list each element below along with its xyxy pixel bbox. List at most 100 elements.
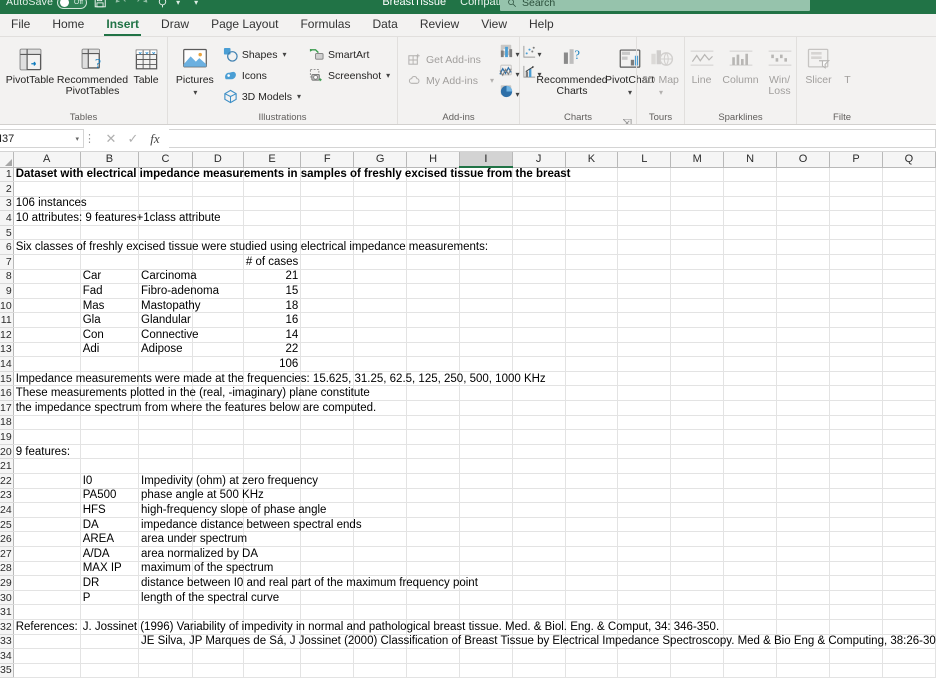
cell-I27[interactable] <box>459 546 513 562</box>
cell-B22[interactable]: I0 <box>80 473 140 489</box>
my-addins-dropdown-icon[interactable]: ▾ <box>490 76 494 85</box>
cell-B32[interactable]: J. Jossinet (1996) Variability of impedi… <box>80 619 719 635</box>
tab-draw[interactable]: Draw <box>150 14 200 36</box>
cell-A22[interactable] <box>13 473 81 489</box>
cell-A12[interactable] <box>13 327 81 343</box>
cell-K8[interactable] <box>565 269 619 285</box>
cell-J9[interactable] <box>512 283 566 299</box>
cell-I5[interactable] <box>459 225 513 241</box>
cell-C25[interactable]: impedance distance between spectral ends <box>138 517 362 533</box>
cell-H4[interactable] <box>406 210 460 226</box>
cell-P34[interactable] <box>829 648 883 664</box>
row-header-8[interactable]: 8 <box>0 269 14 285</box>
cell-C7[interactable] <box>138 254 193 270</box>
shapes-dropdown-icon[interactable]: ▾ <box>282 50 286 59</box>
cell-K22[interactable] <box>565 473 619 489</box>
charts-dialog-launcher-icon[interactable] <box>621 115 632 124</box>
cell-E4[interactable] <box>243 210 302 226</box>
cell-D21[interactable] <box>192 458 244 474</box>
cell-J17[interactable] <box>512 400 566 416</box>
cell-M12[interactable] <box>670 327 725 343</box>
cell-E34[interactable] <box>243 648 302 664</box>
cell-E18[interactable] <box>243 415 302 431</box>
cell-L31[interactable] <box>617 604 672 620</box>
cell-C31[interactable] <box>138 604 193 620</box>
redo-icon[interactable] <box>133 0 150 11</box>
cell-F18[interactable] <box>300 415 355 431</box>
tab-view[interactable]: View <box>470 14 518 36</box>
cell-P23[interactable] <box>829 488 883 504</box>
cell-N34[interactable] <box>723 648 778 664</box>
row-header-30[interactable]: 30 <box>0 590 14 606</box>
cell-O31[interactable] <box>776 604 831 620</box>
scatter-chart-dropdown-icon[interactable]: ▾ <box>538 50 542 59</box>
cell-C3[interactable] <box>138 196 193 212</box>
cell-P7[interactable] <box>829 254 883 270</box>
cell-O22[interactable] <box>776 473 831 489</box>
cell-E8[interactable]: 21 <box>243 269 302 285</box>
cell-N25[interactable] <box>723 517 778 533</box>
cell-B9[interactable]: Fad <box>80 283 140 299</box>
cell-C23[interactable]: phase angle at 500 KHz <box>138 488 264 504</box>
cell-K3[interactable] <box>565 196 619 212</box>
cell-J5[interactable] <box>512 225 566 241</box>
cell-G2[interactable] <box>353 181 408 197</box>
cell-M8[interactable] <box>670 269 725 285</box>
cell-G22[interactable] <box>353 473 408 489</box>
cell-I35[interactable] <box>459 663 513 679</box>
cell-N29[interactable] <box>723 575 778 591</box>
cell-M22[interactable] <box>670 473 725 489</box>
cell-K13[interactable] <box>565 342 619 358</box>
cell-L16[interactable] <box>617 385 672 401</box>
tab-insert[interactable]: Insert <box>95 14 150 36</box>
cell-H9[interactable] <box>406 283 460 299</box>
cell-I14[interactable] <box>459 356 513 372</box>
cell-Q21[interactable] <box>882 458 936 474</box>
cell-Q17[interactable] <box>882 400 936 416</box>
cell-H12[interactable] <box>406 327 460 343</box>
cell-L2[interactable] <box>617 181 672 197</box>
cell-G11[interactable] <box>353 312 408 329</box>
cell-K11[interactable] <box>565 312 619 329</box>
cell-E19[interactable] <box>243 429 302 445</box>
cell-M13[interactable] <box>670 342 725 358</box>
cell-L14[interactable] <box>617 356 672 372</box>
column-chart-button[interactable]: ▾ <box>499 44 520 64</box>
cell-F11[interactable] <box>300 312 355 329</box>
column-header-o[interactable]: O <box>776 152 831 168</box>
cell-L22[interactable] <box>617 473 672 489</box>
cell-O20[interactable] <box>776 444 831 460</box>
cell-L15[interactable] <box>617 371 672 387</box>
cell-I22[interactable] <box>459 473 513 489</box>
cell-Q30[interactable] <box>882 590 936 606</box>
cell-O24[interactable] <box>776 502 831 518</box>
cell-K10[interactable] <box>565 298 619 314</box>
cell-J12[interactable] <box>512 327 566 343</box>
cell-N1[interactable] <box>723 167 778 183</box>
cell-A3[interactable]: 106 instances <box>13 196 87 212</box>
cell-P13[interactable] <box>829 342 883 358</box>
cell-H7[interactable] <box>406 254 460 270</box>
cell-G24[interactable] <box>353 502 408 518</box>
cell-H3[interactable] <box>406 196 460 212</box>
row-header-28[interactable]: 28 <box>0 561 14 577</box>
cell-Q26[interactable] <box>882 531 936 547</box>
cell-O9[interactable] <box>776 283 831 299</box>
cell-I11[interactable] <box>459 312 513 329</box>
name-box[interactable]: I37 ▾ <box>0 129 84 148</box>
cell-C2[interactable] <box>138 181 193 197</box>
cell-I31[interactable] <box>459 604 513 620</box>
cell-F3[interactable] <box>300 196 355 212</box>
cell-F14[interactable] <box>300 356 355 372</box>
cell-N32[interactable] <box>723 619 778 635</box>
cell-E13[interactable]: 22 <box>243 342 302 358</box>
cell-O8[interactable] <box>776 269 831 285</box>
cell-E2[interactable] <box>243 181 302 197</box>
cell-F2[interactable] <box>300 181 355 197</box>
cell-J28[interactable] <box>512 561 566 577</box>
cell-H18[interactable] <box>406 415 460 431</box>
cell-N12[interactable] <box>723 327 778 343</box>
cell-B21[interactable] <box>80 458 140 474</box>
cell-G26[interactable] <box>353 531 408 547</box>
cell-E5[interactable] <box>243 225 302 241</box>
